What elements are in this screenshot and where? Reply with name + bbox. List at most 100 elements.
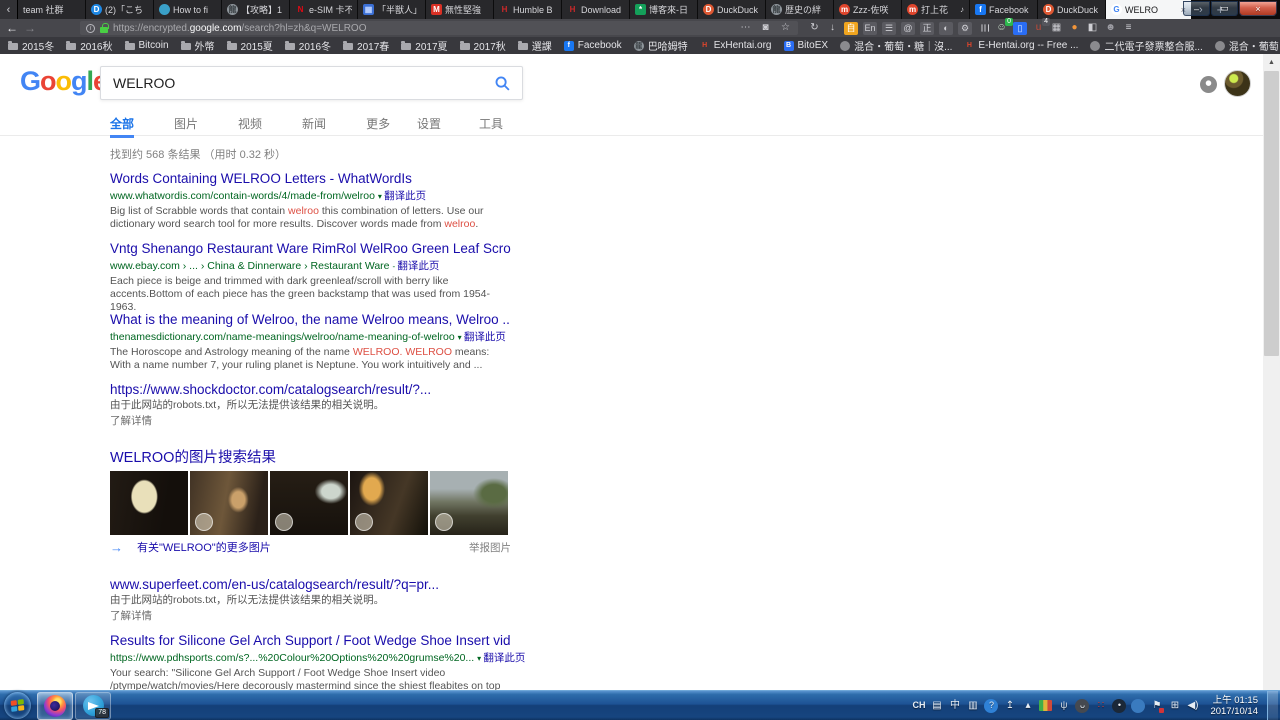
learn-more-link[interactable]: 了解详情 xyxy=(110,608,511,623)
bookmark-item[interactable]: fFacebook xyxy=(564,40,622,51)
browser-tab[interactable]: M無性堅強 xyxy=(426,0,494,19)
translate-link[interactable]: 翻译此页 xyxy=(384,190,426,202)
network-icon[interactable]: ⊞ xyxy=(1168,699,1181,713)
bookmark-folder[interactable]: Bitcoin xyxy=(125,40,169,51)
telegram-taskbar-button[interactable]: 78 xyxy=(75,692,111,720)
wireless-icon[interactable]: ψ xyxy=(1057,699,1070,713)
page-scrollbar[interactable]: ▲ xyxy=(1263,54,1280,690)
tracking-shield-icon[interactable]: ◙ xyxy=(759,22,772,35)
bookmark-item[interactable]: 龍巴哈姆特 xyxy=(634,38,688,53)
bookmark-folder[interactable]: 2016秋 xyxy=(66,38,112,53)
bookmark-folder[interactable]: 2017春 xyxy=(343,38,389,53)
bookmark-star-icon[interactable]: ☆ xyxy=(779,22,792,35)
red-cluster-icon[interactable]: ∷ xyxy=(1094,699,1107,713)
translate-link[interactable]: 翻译此页 xyxy=(464,331,506,343)
browser-tab[interactable]: ▦「半獣人」 xyxy=(358,0,426,19)
tab-scroll-left-icon[interactable]: ‹ xyxy=(0,0,18,19)
browser-tab[interactable]: HDownload xyxy=(562,0,630,19)
firefox-taskbar-button[interactable] xyxy=(37,692,73,720)
show-desktop-button[interactable] xyxy=(1267,691,1278,720)
proxy-ball-icon[interactable]: ● xyxy=(1068,22,1081,35)
ime-chinese-icon[interactable]: 中 xyxy=(948,699,961,713)
url-bar[interactable]: i https://encrypted.google.com/search?hl… xyxy=(80,21,798,35)
scrollbar-up-icon[interactable]: ▲ xyxy=(1263,54,1280,70)
search-box[interactable] xyxy=(100,66,523,100)
site-info-icon[interactable]: i xyxy=(86,24,95,33)
ext-zidong-icon[interactable]: 自 xyxy=(844,22,858,35)
browser-tab[interactable]: DDuckDuck xyxy=(1038,0,1106,19)
forward-button[interactable]: → xyxy=(24,22,36,34)
browser-tab[interactable]: DDuckDuck xyxy=(698,0,766,19)
bookmark-folder[interactable]: 外幣 xyxy=(181,38,215,53)
close-button[interactable]: × xyxy=(1239,1,1277,16)
image-result-thumbnail[interactable] xyxy=(110,471,188,535)
more-images-link[interactable]: 有关"WELROO"的更多图片 xyxy=(137,539,271,555)
results-tab-全部[interactable]: 全部 xyxy=(110,115,134,138)
image-results-header-link[interactable]: WELROO的图片搜索结果 xyxy=(110,446,276,467)
notification-icon[interactable] xyxy=(1200,76,1217,93)
browser-tab[interactable]: mZzz-佐咲 xyxy=(834,0,902,19)
ext-zheng-icon[interactable]: 正 xyxy=(920,22,934,35)
bookmark-item[interactable]: 混合・葡萄・糖｜沒做... xyxy=(1215,38,1280,53)
language-indicator[interactable]: CH xyxy=(912,699,925,713)
ext-english-icon[interactable]: En xyxy=(863,22,877,35)
bookmark-folder[interactable]: 2016冬 xyxy=(285,38,331,53)
minimize-button[interactable]: – xyxy=(1183,1,1210,16)
volume-icon[interactable]: ◀) xyxy=(1186,699,1199,713)
ublock-icon[interactable]: u4 xyxy=(1032,22,1045,35)
search-icon[interactable] xyxy=(482,75,522,92)
bookmark-item[interactable]: HExHentai.org xyxy=(700,40,772,51)
translate-link[interactable]: 翻译此页 xyxy=(397,260,439,272)
results-tab-图片[interactable]: 图片 xyxy=(174,115,198,138)
back-button[interactable]: ← xyxy=(6,22,18,34)
image-result-thumbnail[interactable] xyxy=(270,471,348,535)
menu-link-设置[interactable]: 设置 xyxy=(417,115,441,132)
bookmark-folder[interactable]: 2015冬 xyxy=(8,38,54,53)
eject-media-icon[interactable]: ↥ xyxy=(1003,699,1016,713)
bookmark-folder[interactable]: 2015夏 xyxy=(227,38,273,53)
ext-at-icon[interactable]: @ xyxy=(901,22,915,35)
translate-link[interactable]: 翻译此页 xyxy=(483,652,525,664)
show-hidden-icons[interactable]: ▴ xyxy=(1021,699,1034,713)
steam-icon[interactable]: • xyxy=(1112,699,1126,713)
image-result-thumbnail[interactable] xyxy=(430,471,508,535)
result-title[interactable]: https://www.shockdoctor.com/catalogsearc… xyxy=(110,382,511,397)
page-actions-menu-icon[interactable]: ⋯ xyxy=(739,22,752,35)
search-input[interactable] xyxy=(101,75,482,91)
keyboard-layout-icon[interactable]: ▤ xyxy=(930,699,943,713)
monitor-chart-icon[interactable] xyxy=(1039,700,1052,711)
results-tab-视频[interactable]: 视频 xyxy=(238,115,262,138)
profile-avatar[interactable] xyxy=(1224,70,1251,97)
download-icon[interactable]: ↓ xyxy=(826,22,839,35)
browser-tab[interactable]: HHumble B xyxy=(494,0,562,19)
qr-grid-icon[interactable]: ▦ xyxy=(1050,22,1063,35)
account-ext-icon[interactable]: ☺0 xyxy=(995,22,1008,35)
action-center-flag-icon[interactable]: ⚑ xyxy=(1150,699,1163,713)
bookmark-folder[interactable]: 2017夏 xyxy=(401,38,447,53)
browser-tab[interactable]: *博客來-日 xyxy=(630,0,698,19)
menu-link-工具[interactable]: 工具 xyxy=(479,115,503,132)
browser-tab[interactable]: GWELRO× xyxy=(1106,0,1192,19)
menu-hamburger-icon[interactable]: ≡ xyxy=(1122,22,1135,35)
ext-gear-icon[interactable]: ⚙ xyxy=(958,22,972,35)
ghost-ext-icon[interactable]: ☻ xyxy=(1104,22,1117,35)
result-title[interactable]: Vntg Shenango Restaurant Ware RimRol Wel… xyxy=(110,241,511,256)
image-result-thumbnail[interactable] xyxy=(350,471,428,535)
reload-icon[interactable]: ↻ xyxy=(808,22,821,35)
ext-contrast-icon[interactable]: ◐ xyxy=(939,22,953,35)
blue-app-icon[interactable] xyxy=(1131,699,1145,713)
result-title[interactable]: What is the meaning of Welroo, the name … xyxy=(110,312,511,327)
restore-button[interactable]: ▭ xyxy=(1211,1,1238,16)
sidebar-icon[interactable]: ◧ xyxy=(1086,22,1099,35)
taskbar-clock[interactable]: 上午 01:15 2017/10/14 xyxy=(1204,695,1262,717)
ext-list-icon[interactable]: ☰ xyxy=(882,22,896,35)
bookmark-item[interactable]: 二代電子發票整合服... xyxy=(1090,38,1202,53)
pocket-bag-icon[interactable]: ▯ xyxy=(1013,22,1027,35)
learn-more-link[interactable]: 了解详情 xyxy=(110,413,511,428)
url-text[interactable]: https://encrypted.google.com/search?hl=z… xyxy=(113,23,734,34)
result-title[interactable]: www.superfeet.com/en-us/catalogsearch/re… xyxy=(110,577,511,592)
ime-mode-icon[interactable]: ▥ xyxy=(966,699,979,713)
result-title[interactable]: Words Containing WELROO Letters - WhatWo… xyxy=(110,171,511,186)
discord-icon[interactable]: ᴗ xyxy=(1075,699,1089,713)
bookmark-item[interactable]: 混合・葡萄・糖｜沒... xyxy=(840,38,952,53)
